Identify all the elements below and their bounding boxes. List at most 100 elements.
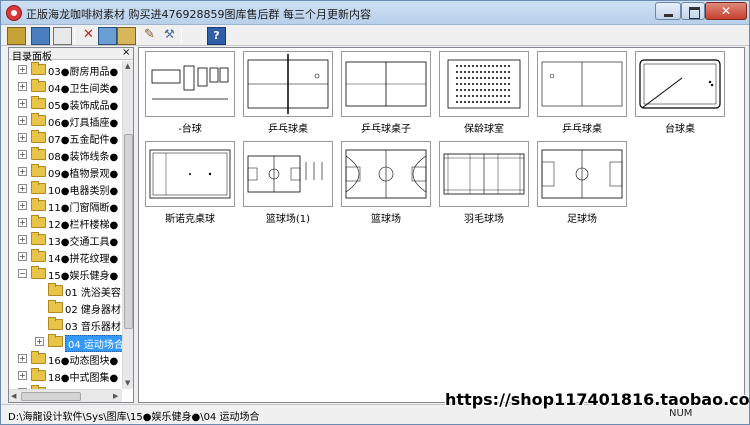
expand-icon[interactable]: + bbox=[18, 371, 27, 380]
expand-icon[interactable]: + bbox=[18, 235, 27, 244]
tools-icon[interactable] bbox=[161, 27, 180, 45]
pool-table-thumbnail[interactable] bbox=[635, 51, 725, 117]
folder-icon bbox=[31, 164, 46, 177]
paste-icon[interactable] bbox=[117, 27, 136, 45]
close-button[interactable] bbox=[705, 2, 747, 20]
folder-icon bbox=[31, 368, 46, 381]
catalog-icon[interactable] bbox=[31, 27, 50, 45]
scroll-up-icon[interactable]: ▲ bbox=[125, 62, 130, 70]
scroll-left-icon[interactable]: ◀ bbox=[11, 392, 16, 400]
tree-item[interactable]: +16●动态图块● bbox=[9, 350, 122, 367]
tree-item[interactable]: − 15●娱乐健身● bbox=[9, 265, 122, 282]
edit-icon[interactable] bbox=[141, 27, 160, 45]
tree-item[interactable]: 01 洗浴美容 bbox=[9, 282, 122, 299]
folder-icon bbox=[31, 198, 46, 211]
football-field-thumbnail[interactable] bbox=[537, 141, 627, 207]
badminton-court-thumbnail[interactable] bbox=[439, 141, 529, 207]
thumbnail-label: -台球 bbox=[178, 124, 202, 135]
expand-icon[interactable]: + bbox=[18, 252, 27, 261]
tree-item[interactable]: +09●植物景观● bbox=[9, 163, 122, 180]
tree-item-label: 01 洗浴美容 bbox=[65, 288, 121, 299]
tree-item[interactable]: 02 健身器材 bbox=[9, 299, 122, 316]
tree-vertical-scroll-thumb[interactable] bbox=[124, 134, 133, 329]
tree-horizontal-scroll-thumb[interactable] bbox=[21, 392, 81, 401]
maximize-button[interactable] bbox=[681, 2, 705, 20]
tree-item[interactable]: +13●交通工具● bbox=[9, 231, 122, 248]
folder-icon bbox=[31, 249, 46, 262]
tree-item[interactable]: +10●电器类别● bbox=[9, 180, 122, 197]
app-window: 正版海龙咖啡树素材 购买进476928859图库售后群 每三个月更新内容 ? 目… bbox=[0, 0, 750, 425]
tree-item[interactable]: 03 音乐器材 bbox=[9, 316, 122, 333]
tree-item-label: 18●中式图集● bbox=[48, 373, 119, 384]
thumbnail-label: 乒乓球桌 bbox=[562, 124, 602, 135]
tree-item-label: 08●装饰线条● bbox=[48, 152, 119, 163]
thumbnail-label: 足球场 bbox=[567, 214, 597, 225]
toolbar: ? bbox=[1, 26, 749, 46]
expand-icon[interactable]: + bbox=[18, 82, 27, 91]
table-tennis-table-3-thumbnail[interactable] bbox=[537, 51, 627, 117]
catalog-tree[interactable]: +03●厨房用品● +04●卫生间类● +05●装饰成品● +06●灯具插座● +07●… bbox=[9, 61, 122, 389]
tree-item[interactable]: +05●装饰成品● bbox=[9, 95, 122, 112]
help-icon[interactable]: ? bbox=[207, 27, 226, 45]
tree-item[interactable]: +07●五金配件● bbox=[9, 129, 122, 146]
thumbnail-label: 羽毛球场 bbox=[464, 214, 504, 225]
tree-item[interactable]: +11●门窗隔断● bbox=[9, 197, 122, 214]
tree-item-label: 11●门窗隔断● bbox=[48, 203, 119, 214]
tree-item-label: 13●交通工具● bbox=[48, 237, 119, 248]
scroll-right-icon[interactable]: ▶ bbox=[113, 392, 118, 400]
copy-icon[interactable] bbox=[98, 27, 117, 45]
tree-vertical-scrollbar[interactable]: ▲ ▼ bbox=[122, 61, 133, 389]
folder-icon bbox=[31, 232, 46, 245]
thumbnail-label: 乒乓球桌子 bbox=[361, 124, 411, 135]
expand-icon[interactable]: + bbox=[18, 184, 27, 193]
expand-icon[interactable]: + bbox=[18, 150, 27, 159]
thumbnail-label: 篮球场 bbox=[371, 214, 401, 225]
tree-item-label: 15●娱乐健身● bbox=[48, 271, 119, 282]
tree-item[interactable]: +08●装饰线条● bbox=[9, 146, 122, 163]
tree-item[interactable]: +14●拼花纹理● bbox=[9, 248, 122, 265]
open-icon[interactable] bbox=[7, 27, 26, 45]
toolbar-separator bbox=[137, 29, 138, 43]
tree-item-label: 03●厨房用品● bbox=[48, 67, 119, 78]
thumbnail-label: 乒乓球桌 bbox=[268, 124, 308, 135]
tree-item[interactable]: +04●卫生间类● bbox=[9, 78, 122, 95]
expand-icon[interactable]: + bbox=[18, 65, 27, 74]
table-tennis-table-2-thumbnail[interactable] bbox=[341, 51, 431, 117]
billiards-set-thumbnail[interactable] bbox=[145, 51, 235, 117]
tree-item-label: 09●植物景观● bbox=[48, 169, 119, 180]
expand-icon[interactable]: + bbox=[35, 337, 44, 346]
tree-item[interactable]: +03●厨房用品● bbox=[9, 61, 122, 78]
shop-watermark: https://shop117401816.taobao.com bbox=[445, 390, 750, 409]
tree-item-label: 07●五金配件● bbox=[48, 135, 119, 146]
expand-icon[interactable]: + bbox=[18, 218, 27, 227]
expand-icon[interactable]: + bbox=[18, 354, 27, 363]
tree-item-label: 12●栏杆楼梯● bbox=[48, 220, 119, 231]
bowling-room-thumbnail[interactable] bbox=[439, 51, 529, 117]
tree-item[interactable]: +18●中式图集● bbox=[9, 367, 122, 384]
tree-horizontal-scrollbar[interactable]: ◀ ▶ bbox=[9, 389, 122, 402]
snooker-table-thumbnail[interactable] bbox=[145, 141, 235, 207]
panel-close-icon[interactable]: × bbox=[122, 47, 130, 58]
expand-icon[interactable]: + bbox=[18, 116, 27, 125]
list-icon[interactable] bbox=[53, 27, 72, 45]
folder-icon bbox=[31, 130, 46, 143]
tree-item[interactable]: +06●灯具插座● bbox=[9, 112, 122, 129]
table-tennis-table-thumbnail[interactable] bbox=[243, 51, 333, 117]
minimize-button[interactable] bbox=[655, 2, 681, 20]
basketball-court-thumbnail[interactable] bbox=[341, 141, 431, 207]
title-bar[interactable]: 正版海龙咖啡树素材 购买进476928859图库售后群 每三个月更新内容 bbox=[1, 1, 749, 25]
expand-icon[interactable]: + bbox=[18, 133, 27, 142]
tree-item[interactable]: +12●栏杆楼梯● bbox=[9, 214, 122, 231]
tree-item[interactable]: +04 运动场合 bbox=[9, 333, 122, 352]
folder-icon bbox=[31, 215, 46, 228]
folder-icon bbox=[31, 62, 46, 75]
delete-icon[interactable] bbox=[79, 27, 98, 45]
basketball-court-small-thumbnail[interactable] bbox=[243, 141, 333, 207]
expand-icon[interactable]: + bbox=[18, 99, 27, 108]
folder-icon bbox=[48, 317, 63, 330]
scroll-down-icon[interactable]: ▼ bbox=[125, 379, 130, 387]
collapse-icon[interactable]: − bbox=[18, 269, 27, 278]
folder-icon bbox=[31, 266, 46, 279]
expand-icon[interactable]: + bbox=[18, 167, 27, 176]
expand-icon[interactable]: + bbox=[18, 201, 27, 210]
